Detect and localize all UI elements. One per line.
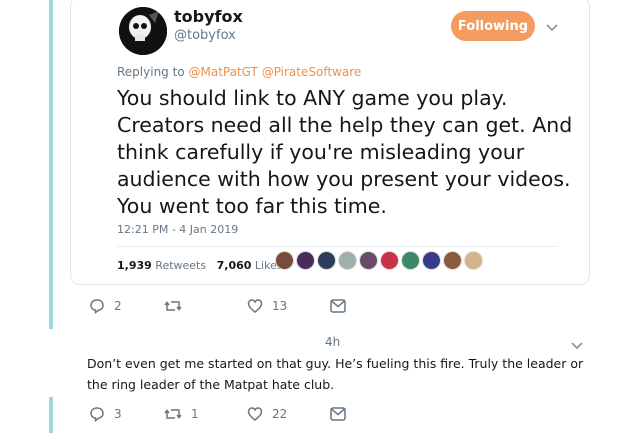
liker-avatar[interactable] [422,251,441,270]
thread-line-top [49,0,53,329]
tweet-text-line: think carefully if you're misleading you… [117,140,525,164]
tweet-text-line: Creators need all the help they can get.… [117,113,573,137]
heart-icon [247,299,263,313]
quoted-tweet-card[interactable]: tobyfox @tobyfox Following Replying to @… [70,0,590,285]
reply-action[interactable]: 3 [89,406,122,422]
replying-to-line: Replying to @MatPatGT @PirateSoftware [117,65,361,79]
reply-icon [90,299,104,314]
divider [117,246,558,247]
like-action[interactable]: 13 [247,298,287,314]
retweet-count: 1 [191,407,199,421]
reply-menu-caret[interactable] [570,341,584,351]
retweets-label[interactable]: Retweets [155,259,206,272]
liker-avatar[interactable] [380,251,399,270]
liker-avatar[interactable] [443,251,462,270]
retweets-count[interactable]: 1,939 [117,259,152,272]
liker-avatar[interactable] [401,251,420,270]
likes-count[interactable]: 7,060 [217,259,252,272]
liker-avatar[interactable] [296,251,315,270]
liker-avatar[interactable] [317,251,336,270]
liker-avatar[interactable] [338,251,357,270]
envelope-icon [330,299,346,313]
reply-text-line: the ring leader of the Matpat hate club. [87,377,335,392]
liker-avatar[interactable] [359,251,378,270]
like-count: 22 [272,407,288,421]
replying-to-prefix: Replying to [117,65,185,79]
tweet-text-line: You went too far this time. [117,194,387,218]
envelope-icon [330,407,346,421]
mention-link[interactable]: @MatPatGT [188,65,257,79]
like-count: 13 [272,299,288,313]
reply-text: Don’t even get me started on that guy. H… [87,353,587,395]
chevron-down-icon [571,342,583,350]
tweet-timestamp[interactable]: 12:21 PM - 4 Jan 2019 [117,223,238,236]
liker-avatar[interactable] [464,251,483,270]
reply-count: 2 [114,299,122,313]
skull-avatar-icon [119,7,167,55]
author-handle[interactable]: @tobyfox [174,28,236,43]
reply-icon [90,407,104,422]
mention-link[interactable]: @PirateSoftware [262,65,362,79]
direct-message-action[interactable] [330,299,346,313]
retweet-icon [164,301,182,311]
direct-message-action[interactable] [330,407,346,421]
reply-count: 3 [114,407,122,421]
retweet-icon [164,409,182,419]
retweet-action[interactable]: 1 [164,406,199,422]
liker-avatar[interactable] [275,251,294,270]
like-action[interactable]: 22 [247,406,287,422]
reply-action[interactable]: 2 [89,298,122,314]
following-button[interactable]: Following [451,11,535,41]
retweet-action[interactable] [164,298,182,314]
tweet-text: You should link to ANY game you play. Cr… [117,85,587,220]
tweet-menu-caret[interactable] [545,23,559,33]
heart-icon [247,407,263,421]
tweet-text-line: You should link to ANY game you play. [117,86,508,110]
reply-text-line: Don’t even get me started on that guy. H… [87,356,584,371]
liker-avatars [275,251,485,270]
reply-timestamp[interactable]: 4h [325,335,340,349]
thread-line-bottom [49,397,53,433]
author-avatar[interactable] [119,7,167,55]
tweet-text-line: audience with how you present your video… [117,167,571,191]
tweet-stats: 1,939 Retweets 7,060 Likes [117,259,283,272]
chevron-down-icon [546,24,558,32]
author-display-name[interactable]: tobyfox [174,7,243,26]
